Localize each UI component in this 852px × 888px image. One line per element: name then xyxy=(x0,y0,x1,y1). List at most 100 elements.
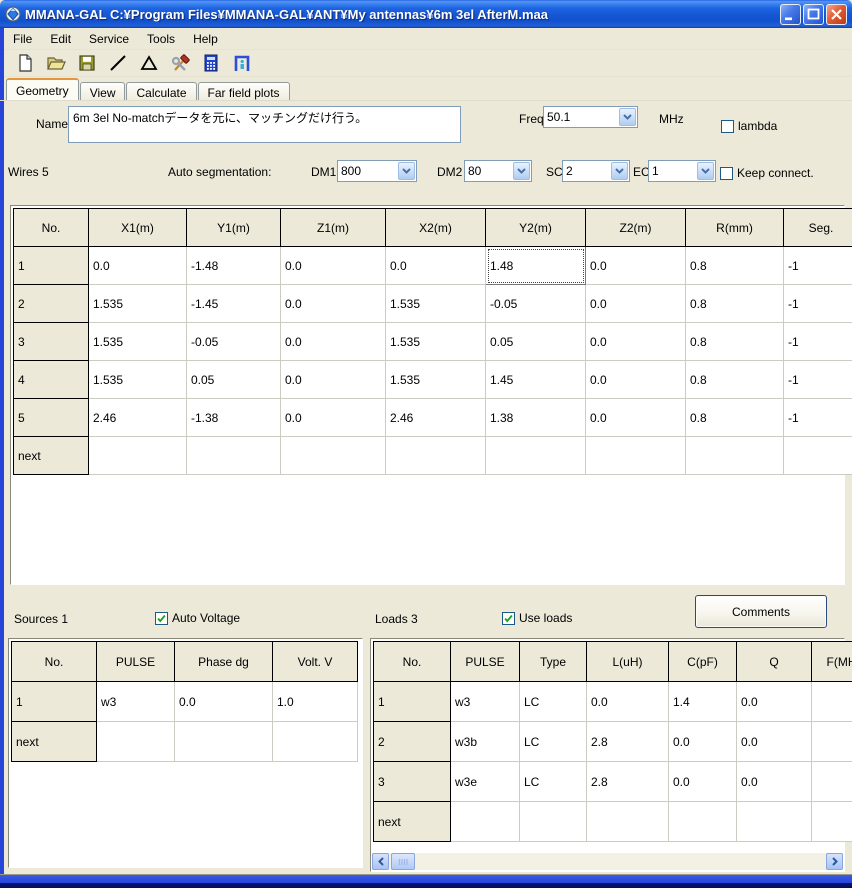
row-header[interactable]: next xyxy=(13,436,89,475)
freq-combobox[interactable]: 50.1 xyxy=(543,106,638,128)
row-header[interactable]: 1 xyxy=(373,681,451,722)
cell[interactable]: 0.0 xyxy=(88,246,187,285)
cell[interactable]: w3 xyxy=(450,681,520,722)
cell[interactable]: 0.8 xyxy=(685,246,784,285)
title-bar[interactable]: MMANA-GAL C:¥Program Files¥MMANA-GAL¥ANT… xyxy=(0,0,852,28)
cell[interactable] xyxy=(88,436,187,475)
cell[interactable]: 0.0 xyxy=(586,681,669,722)
cell[interactable]: 1.535 xyxy=(385,322,486,361)
menu-edit[interactable]: Edit xyxy=(41,30,80,48)
cell[interactable] xyxy=(668,801,737,842)
comments-button[interactable]: Comments xyxy=(695,595,827,628)
cell[interactable]: 0.0 xyxy=(280,322,386,361)
cell[interactable]: -1 xyxy=(783,398,852,437)
cell[interactable] xyxy=(280,436,386,475)
checkbox-box[interactable] xyxy=(502,611,515,625)
cell[interactable]: 2.8 xyxy=(586,721,669,762)
row-header[interactable]: 1 xyxy=(11,681,97,722)
cell[interactable] xyxy=(736,801,812,842)
cell[interactable]: 1.535 xyxy=(385,284,486,323)
cell[interactable]: LC xyxy=(519,721,587,762)
cell[interactable] xyxy=(811,761,852,802)
cell[interactable]: 0.0 xyxy=(280,360,386,399)
cell[interactable]: -0.05 xyxy=(485,284,586,323)
maximize-button[interactable] xyxy=(803,3,824,25)
cell[interactable]: 2.8 xyxy=(586,761,669,802)
cell[interactable]: 0.0 xyxy=(280,246,386,285)
cell[interactable]: 0.0 xyxy=(736,761,812,802)
cell[interactable]: w3e xyxy=(450,761,520,802)
cell[interactable] xyxy=(485,436,586,475)
name-input[interactable]: 6m 3el No-matchデータを元に、マッチングだけ行う。 xyxy=(68,106,461,143)
cell[interactable] xyxy=(811,801,852,842)
cell[interactable] xyxy=(811,721,852,762)
cell[interactable] xyxy=(272,721,358,762)
cell[interactable]: -1 xyxy=(783,322,852,361)
cell[interactable]: 0.0 xyxy=(280,284,386,323)
cell[interactable] xyxy=(174,721,273,762)
new-file-icon[interactable] xyxy=(13,51,37,75)
cell[interactable]: -1.48 xyxy=(186,246,281,285)
cell[interactable]: 0.0 xyxy=(585,246,686,285)
cell[interactable]: -1 xyxy=(783,360,852,399)
cell[interactable]: -1 xyxy=(783,246,852,285)
lambda-checkbox[interactable]: lambda xyxy=(721,119,777,133)
cell[interactable]: 0.8 xyxy=(685,398,784,437)
cell[interactable]: 1.535 xyxy=(385,360,486,399)
cell[interactable] xyxy=(186,436,281,475)
cell[interactable]: -1.38 xyxy=(186,398,281,437)
cell[interactable]: w3 xyxy=(96,681,175,722)
cell[interactable]: 0.0 xyxy=(668,721,737,762)
chevron-down-icon[interactable] xyxy=(398,162,415,180)
tab-far-field-plots[interactable]: Far field plots xyxy=(197,82,290,101)
cell[interactable]: 0.0 xyxy=(585,398,686,437)
row-header[interactable]: next xyxy=(11,721,97,762)
cell[interactable]: 0.0 xyxy=(736,721,812,762)
cell[interactable]: 1.535 xyxy=(88,360,187,399)
checkbox-box[interactable] xyxy=(720,166,733,180)
row-header[interactable]: 2 xyxy=(373,721,451,762)
row-header[interactable]: 3 xyxy=(13,322,89,361)
sc-combobox[interactable]: 2 xyxy=(562,160,630,182)
setup-tools-icon[interactable] xyxy=(168,51,192,75)
open-file-icon[interactable] xyxy=(44,51,68,75)
cell[interactable]: 1.0 xyxy=(272,681,358,722)
keep-connect-checkbox[interactable]: Keep connect. xyxy=(720,166,814,180)
row-header[interactable]: next xyxy=(373,801,451,842)
row-header[interactable]: 5 xyxy=(13,398,89,437)
cell[interactable] xyxy=(450,801,520,842)
chevron-down-icon[interactable] xyxy=(619,108,636,126)
row-header[interactable]: 1 xyxy=(13,246,89,285)
cell[interactable] xyxy=(519,801,587,842)
cell[interactable]: 0.05 xyxy=(186,360,281,399)
cell[interactable]: 1.535 xyxy=(88,284,187,323)
cell[interactable] xyxy=(96,721,175,762)
cell[interactable]: LC xyxy=(519,761,587,802)
cell[interactable]: 0.8 xyxy=(685,360,784,399)
cell[interactable] xyxy=(783,436,852,475)
cell[interactable] xyxy=(811,681,852,722)
row-header[interactable]: 3 xyxy=(373,761,451,802)
cell[interactable] xyxy=(685,436,784,475)
cell[interactable]: -1 xyxy=(783,284,852,323)
plot-viewer-icon[interactable] xyxy=(230,51,254,75)
cell[interactable]: 1.38 xyxy=(485,398,586,437)
save-icon[interactable] xyxy=(75,51,99,75)
scroll-left-icon[interactable] xyxy=(372,853,389,870)
menu-tools[interactable]: Tools xyxy=(138,30,184,48)
cell[interactable]: -1.45 xyxy=(186,284,281,323)
minimize-button[interactable] xyxy=(780,3,801,25)
cell[interactable]: 2.46 xyxy=(88,398,187,437)
cell[interactable]: 1.45 xyxy=(485,360,586,399)
cell[interactable]: 2.46 xyxy=(385,398,486,437)
cell[interactable]: 0.05 xyxy=(485,322,586,361)
scroll-right-icon[interactable] xyxy=(826,853,843,870)
cell[interactable]: 0.0 xyxy=(668,761,737,802)
cell[interactable]: -0.05 xyxy=(186,322,281,361)
dm1-combobox[interactable]: 800 xyxy=(337,160,417,182)
cell[interactable]: 0.0 xyxy=(174,681,273,722)
cell[interactable]: 1.535 xyxy=(88,322,187,361)
cell[interactable]: 0.0 xyxy=(280,398,386,437)
cell[interactable]: LC xyxy=(519,681,587,722)
cell[interactable] xyxy=(385,436,486,475)
